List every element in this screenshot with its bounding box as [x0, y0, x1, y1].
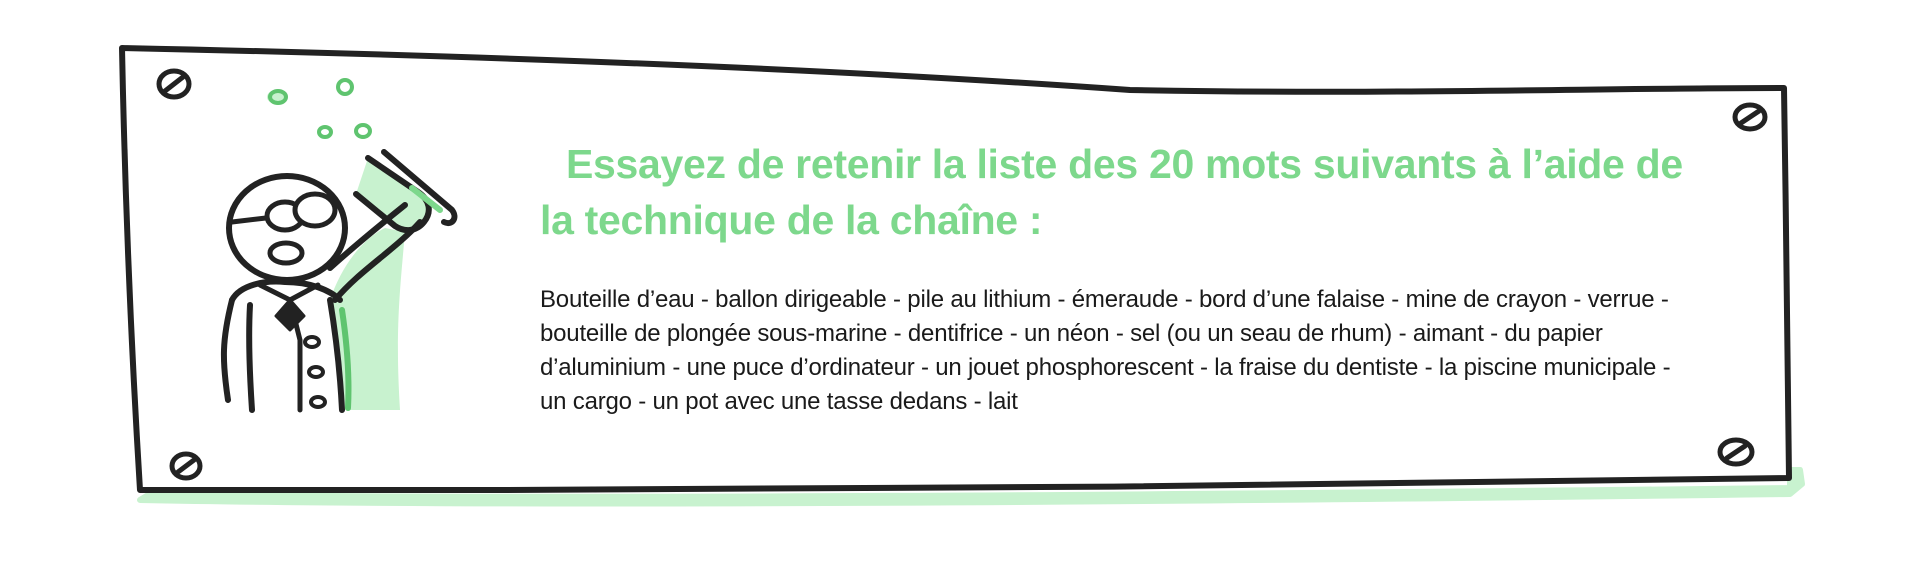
bubble-icon	[317, 125, 333, 139]
word-list-text: Bouteille d’eau - ballon dirigeable - pi…	[540, 286, 1671, 415]
bubble-icon	[336, 78, 354, 96]
screw-icon	[1732, 102, 1768, 132]
screw-icon	[1717, 437, 1755, 467]
bubble-icon	[267, 89, 288, 105]
exercise-card: Essayez de retenir la liste des 20 mots …	[0, 0, 1929, 576]
screw-icon	[169, 451, 203, 481]
bubble-icon	[354, 123, 372, 139]
exercise-heading: Essayez de retenir la liste des 20 mots …	[540, 141, 1683, 243]
scientist-with-test-tube-icon	[220, 78, 458, 413]
screw-icon	[156, 68, 192, 100]
